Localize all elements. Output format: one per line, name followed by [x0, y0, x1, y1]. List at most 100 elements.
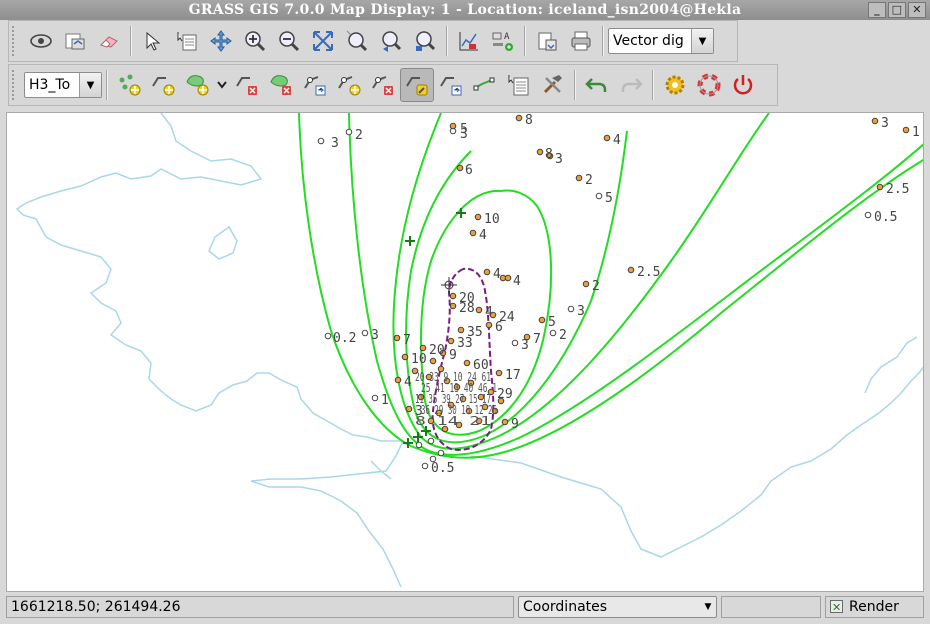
sample-point[interactable]: [511, 339, 519, 347]
chevron-down-icon[interactable]: ▼: [700, 602, 716, 612]
sample-point[interactable]: [457, 326, 465, 334]
zoom-in-icon[interactable]: [238, 24, 272, 58]
sample-point[interactable]: [345, 128, 353, 136]
zoom-back-icon[interactable]: [374, 24, 408, 58]
redo-icon[interactable]: [614, 68, 648, 102]
toolbar-separator: [106, 70, 108, 100]
add-vertex-icon[interactable]: [332, 68, 366, 102]
toolbar-grip[interactable]: [12, 70, 18, 100]
sample-point[interactable]: [495, 369, 503, 377]
sample-point[interactable]: [603, 134, 611, 142]
sample-point[interactable]: [429, 357, 437, 365]
render-toggle[interactable]: Render: [825, 596, 924, 618]
sample-point[interactable]: [501, 418, 509, 426]
edit-line-icon[interactable]: [400, 68, 434, 102]
add-point-icon[interactable]: [112, 68, 146, 102]
sample-point[interactable]: [469, 229, 477, 237]
save-display-icon[interactable]: [530, 24, 564, 58]
sample-point[interactable]: [627, 266, 635, 274]
chevron-down-icon[interactable]: [214, 68, 230, 102]
sample-point[interactable]: [415, 441, 423, 449]
display-map-icon[interactable]: [24, 24, 58, 58]
sample-point[interactable]: [595, 192, 603, 200]
sample-point[interactable]: [582, 280, 590, 288]
add-area-icon[interactable]: [180, 68, 214, 102]
sample-point[interactable]: [371, 394, 379, 402]
zoom-extent-icon[interactable]: [306, 24, 340, 58]
map-canvas[interactable]: 3 2 3 5 8 4 8 3 6 2 5 3 1 2.5 0.5 10 4 4 4 2.5 2 20 28 4 24 3 6 5 35…: [6, 112, 924, 592]
add-line-icon[interactable]: [146, 68, 180, 102]
vector-map-select[interactable]: H3_To ▼: [24, 72, 102, 98]
remove-vertex-icon[interactable]: [366, 68, 400, 102]
erase-icon[interactable]: [92, 24, 126, 58]
sample-point[interactable]: [536, 148, 544, 156]
sample-point[interactable]: [324, 332, 332, 340]
sample-point[interactable]: [902, 126, 910, 134]
quit-power-icon[interactable]: [726, 68, 760, 102]
chevron-down-icon[interactable]: ▼: [691, 29, 713, 53]
sample-point[interactable]: [864, 211, 872, 219]
zoom-region-icon[interactable]: [408, 24, 442, 58]
display-attributes-icon[interactable]: [502, 68, 536, 102]
svg-text:A: A: [504, 32, 510, 42]
sample-point[interactable]: [361, 329, 369, 337]
sample-point[interactable]: [567, 305, 575, 313]
additional-tools-icon[interactable]: [536, 68, 570, 102]
undo-icon[interactable]: [580, 68, 614, 102]
sample-point[interactable]: [317, 137, 325, 145]
sample-point[interactable]: [871, 117, 879, 125]
sample-point[interactable]: [538, 316, 546, 324]
pan-icon[interactable]: [204, 24, 238, 58]
analyze-chart-icon[interactable]: [452, 24, 486, 58]
sample-point[interactable]: [876, 183, 884, 191]
sample-point[interactable]: [456, 164, 464, 172]
sample-point[interactable]: [394, 376, 402, 384]
toolbar-grip[interactable]: [12, 26, 18, 56]
sample-point[interactable]: [437, 449, 445, 457]
delete-line-icon[interactable]: [230, 68, 264, 102]
sample-point[interactable]: [421, 462, 429, 470]
zoom-menu-icon[interactable]: [340, 24, 374, 58]
settings-gear-icon[interactable]: [658, 68, 692, 102]
move-vertex-icon[interactable]: [298, 68, 332, 102]
sample-point[interactable]: [463, 359, 471, 367]
sample-point[interactable]: [449, 302, 457, 310]
sample-point[interactable]: [485, 321, 493, 329]
sample-point[interactable]: [515, 114, 523, 122]
statusbar-mode-select[interactable]: Coordinates ▼: [518, 596, 717, 618]
statusbar-blank-field: [721, 596, 821, 618]
sample-point[interactable]: [419, 344, 427, 352]
sample-point[interactable]: [405, 405, 413, 413]
zoom-out-icon[interactable]: [272, 24, 306, 58]
vector-map-value: H3_To: [29, 77, 71, 93]
display-cats-icon[interactable]: [468, 68, 502, 102]
sample-point[interactable]: [447, 337, 455, 345]
sample-point[interactable]: [575, 174, 583, 182]
sample-point[interactable]: [449, 122, 457, 130]
chevron-down-icon[interactable]: ▼: [79, 73, 101, 97]
delete-area-icon[interactable]: [264, 68, 298, 102]
close-button[interactable]: ✕: [908, 2, 926, 18]
sample-point[interactable]: [393, 334, 401, 342]
sample-point[interactable]: [483, 268, 491, 276]
pointer-icon[interactable]: [136, 24, 170, 58]
move-line-icon[interactable]: [434, 68, 468, 102]
query-icon[interactable]: [170, 24, 204, 58]
value-label: 4: [513, 274, 521, 289]
sample-point[interactable]: [474, 213, 482, 221]
title-bar[interactable]: GRASS GIS 7.0.0 Map Display: 1 - Locatio…: [0, 0, 930, 20]
sample-point[interactable]: [401, 353, 409, 361]
print-icon[interactable]: [564, 24, 598, 58]
render-map-icon[interactable]: [58, 24, 92, 58]
minimize-button[interactable]: _: [868, 2, 886, 18]
sample-point[interactable]: [427, 437, 435, 445]
overlay-icon[interactable]: A: [486, 24, 520, 58]
sample-point[interactable]: [504, 274, 512, 282]
sample-point[interactable]: [549, 329, 557, 337]
display-mode-select[interactable]: Vector dig ▼: [608, 28, 714, 54]
sample-point[interactable]: [449, 292, 457, 300]
help-lifebuoy-icon[interactable]: [692, 68, 726, 102]
sample-point[interactable]: [475, 306, 483, 314]
maximize-button[interactable]: □: [888, 2, 906, 18]
render-checkbox[interactable]: [830, 598, 843, 618]
